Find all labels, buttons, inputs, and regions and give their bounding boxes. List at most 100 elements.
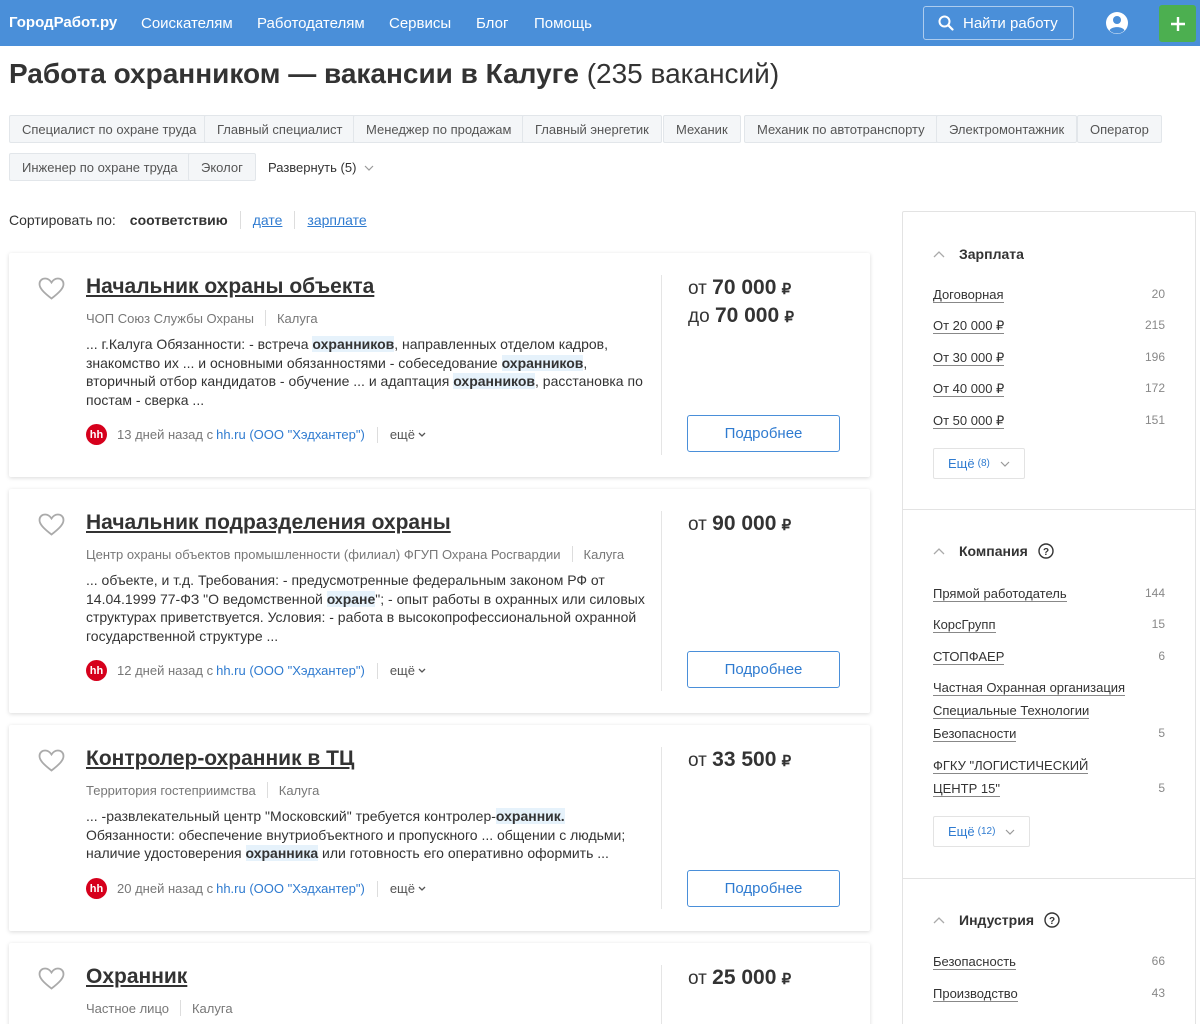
filter-salary-header[interactable]: Зарплата	[933, 246, 1024, 262]
nav-help[interactable]: Помощь	[534, 15, 592, 32]
filter-company-more-button[interactable]: Ещё (12)	[933, 816, 1031, 847]
related-tag[interactable]: Оператор	[1077, 115, 1162, 143]
vacancy-title-link[interactable]: Охранник	[86, 965, 187, 989]
nav-job-seekers[interactable]: Соискателям	[141, 15, 233, 32]
sort-label: Сортировать по:	[9, 212, 116, 228]
sort-by-salary[interactable]: зарплате	[307, 212, 366, 228]
keyword-highlight: охранников	[312, 336, 395, 352]
related-tag[interactable]: Специалист по охране труда	[9, 115, 210, 143]
filter-count: 5	[1158, 781, 1165, 795]
heart-icon[interactable]	[38, 277, 65, 300]
hh-logo-icon: hh	[86, 424, 107, 445]
add-button[interactable]	[1159, 5, 1196, 42]
sort-by-date[interactable]: дате	[253, 212, 283, 228]
related-tag[interactable]: Эколог	[188, 153, 256, 181]
salary-from: от 33 500 ₽	[688, 748, 792, 771]
nav-employers[interactable]: Работодателям	[257, 15, 365, 32]
nav-services[interactable]: Сервисы	[389, 15, 451, 32]
keyword-highlight: охранник.	[495, 808, 565, 824]
company-line: Территория гостеприимства Калуга	[86, 782, 319, 798]
source-link[interactable]: hh.ru (ООО "Хэдхантер")	[216, 663, 365, 678]
help-icon[interactable]: ?	[1038, 543, 1054, 559]
filter-count: 172	[1144, 381, 1165, 395]
vacancy-card: Контролер-охранник в ТЦ Территория госте…	[9, 725, 870, 931]
more-dropdown[interactable]: ещё	[390, 663, 426, 678]
filter-industry-title: Индустрия	[959, 912, 1034, 928]
vacancy-title-link[interactable]: Контролер-охранник в ТЦ	[86, 747, 354, 771]
more-dropdown[interactable]: ещё	[390, 427, 426, 442]
expand-tags-button[interactable]: Развернуть (5)	[268, 160, 374, 175]
related-tag[interactable]: Инженер по охране труда	[9, 153, 191, 181]
filter-option[interactable]: От 40 000 ₽	[933, 377, 1137, 400]
filter-option[interactable]: ФГКУ "ЛОГИСТИЧЕСКИЙ ЦЕНТР 15"	[933, 754, 1123, 800]
vacancy-count: (235 вакансий)	[586, 58, 780, 89]
vacancy-snippet: ... г.Калуга Обязанности: - встреча охра…	[86, 335, 646, 409]
source-link[interactable]: hh.ru (ООО "Хэдхантер")	[216, 427, 365, 442]
filter-option[interactable]: От 20 000 ₽	[933, 314, 1137, 337]
source-line: hh 13 дней назад с hh.ru (ООО "Хэдхантер…	[86, 424, 426, 445]
vacancy-title-link[interactable]: Начальник подразделения охраны	[86, 511, 451, 535]
related-tag[interactable]: Механик	[663, 115, 741, 143]
filter-option[interactable]: КорсГрупп	[933, 613, 1137, 636]
related-tag[interactable]: Главный энергетик	[522, 115, 662, 143]
top-navigation-bar: ГородРабот.ру Соискателям Работодателям …	[0, 0, 1200, 46]
posted-date: 20 дней назад с	[117, 881, 214, 896]
filter-option[interactable]: Договорная	[933, 283, 1137, 306]
site-logo[interactable]: ГородРабот.ру	[9, 14, 117, 31]
sort-relevance: соответствию	[129, 212, 228, 228]
filter-option[interactable]: Прямой работодатель	[933, 582, 1137, 605]
hh-logo-icon: hh	[86, 878, 107, 899]
vacancy-title-link[interactable]: Начальник охраны объекта	[86, 275, 374, 299]
filter-option[interactable]: От 30 000 ₽	[933, 346, 1137, 369]
filter-option[interactable]: Частная Охранная организация Специальные…	[933, 676, 1129, 745]
source-link[interactable]: hh.ru (ООО "Хэдхантер")	[216, 881, 365, 896]
filter-count: 215	[1144, 318, 1165, 332]
salary-to: до 70 000 ₽	[688, 304, 794, 327]
find-job-label: Найти работу	[963, 14, 1058, 32]
chevron-up-icon	[933, 547, 945, 554]
more-dropdown[interactable]: ещё	[390, 881, 426, 896]
help-icon[interactable]: ?	[1044, 912, 1060, 928]
filter-salary-more-button[interactable]: Ещё (8)	[933, 448, 1025, 479]
filter-salary-title: Зарплата	[959, 246, 1024, 262]
heart-icon[interactable]	[38, 749, 65, 772]
company-name: ЧОП Союз Службы Охраны	[86, 310, 254, 326]
filter-option[interactable]: Производство	[933, 982, 1137, 1005]
details-button[interactable]: Подробнее	[687, 651, 840, 688]
related-tag[interactable]: Менеджер по продажам	[353, 115, 525, 143]
filter-count: 144	[1144, 586, 1165, 600]
heart-icon[interactable]	[38, 513, 65, 536]
chevron-up-icon	[933, 250, 945, 257]
details-button[interactable]: Подробнее	[687, 870, 840, 907]
related-tag[interactable]: Электромонтажник	[936, 115, 1078, 143]
details-button[interactable]: Подробнее	[687, 415, 840, 452]
filter-option[interactable]: От 50 000 ₽	[933, 409, 1137, 432]
user-account-icon[interactable]	[1105, 11, 1129, 35]
chevron-down-icon	[1000, 461, 1010, 467]
plus-icon	[1170, 16, 1185, 31]
keyword-highlight: охранников	[501, 354, 584, 371]
filter-count: 43	[1151, 986, 1165, 1000]
company-name: Территория гостеприимства	[86, 782, 256, 798]
vacancy-card: Охранник Частное лицо Калуга от 25 000 ₽	[9, 943, 870, 1024]
svg-text:?: ?	[1049, 916, 1055, 927]
salary-from: от 25 000 ₽	[688, 966, 792, 989]
company-line: Частное лицо Калуга	[86, 1000, 233, 1016]
filter-count: 6	[1158, 649, 1165, 663]
find-job-button[interactable]: Найти работу	[923, 6, 1074, 40]
filter-option[interactable]: СТОПФАЕР	[933, 645, 1137, 668]
source-line: hh 12 дней назад с hh.ru (ООО "Хэдхантер…	[86, 660, 426, 681]
filter-company-title: Компания	[959, 543, 1028, 559]
search-icon	[938, 15, 954, 31]
snippet-text: или готовность его оперативно оформить .…	[318, 845, 609, 861]
filter-count: 5	[1158, 726, 1165, 740]
filter-option[interactable]: Безопасность	[933, 950, 1137, 973]
heart-icon[interactable]	[38, 967, 65, 990]
filter-company-header[interactable]: Компания ?	[933, 543, 1054, 559]
source-line: hh 20 дней назад с hh.ru (ООО "Хэдхантер…	[86, 878, 426, 899]
nav-blog[interactable]: Блог	[476, 15, 508, 32]
city: Калуга	[276, 310, 318, 326]
related-tag[interactable]: Главный специалист	[204, 115, 356, 143]
related-tag[interactable]: Механик по автотранспорту	[744, 115, 938, 143]
filter-industry-header[interactable]: Индустрия ?	[933, 912, 1060, 928]
